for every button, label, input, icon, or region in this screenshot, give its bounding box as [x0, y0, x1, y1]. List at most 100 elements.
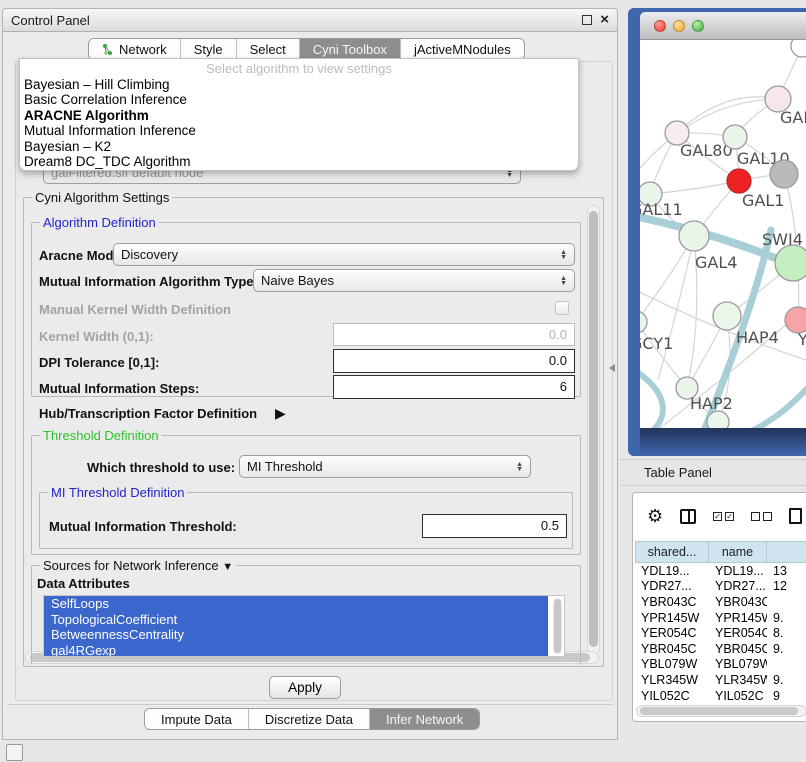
columns-icon[interactable] — [680, 509, 696, 524]
manual-kernel-width-checkbox[interactable] — [555, 301, 569, 315]
algorithm-option[interactable]: ARACNE Algorithm — [20, 108, 578, 123]
which-threshold-label: Which threshold to use: — [87, 460, 235, 475]
column-header-A[interactable]: A — [767, 541, 806, 563]
minimize-traffic-light-icon[interactable] — [673, 20, 685, 32]
collapse-arrow-icon[interactable]: ▼ — [222, 561, 233, 573]
network-node[interactable] — [707, 411, 729, 428]
panel-collapse-arrow[interactable] — [609, 364, 615, 372]
tab-impute-data[interactable]: Impute Data — [145, 709, 249, 729]
sources-title: Sources for Network Inference ▼ — [40, 558, 236, 573]
network-node[interactable] — [770, 160, 798, 188]
close-traffic-light-icon[interactable] — [654, 20, 666, 32]
tab-network[interactable]: Network — [89, 39, 181, 59]
node-label: GAL11 — [640, 200, 683, 219]
panel-divider — [7, 704, 613, 705]
table-row[interactable]: YPR145WYPR145W9. — [635, 610, 806, 626]
kernel-width-field[interactable]: 0.0 — [333, 323, 575, 346]
network-node[interactable] — [791, 40, 806, 57]
table-rows: YDL19...YDL19...13YDR27...YDR27...12YBR0… — [635, 563, 806, 703]
table-row[interactable]: YER054CYER054C8. — [635, 625, 806, 641]
attribute-item-selected[interactable]: TopologicalCoefficient — [44, 612, 548, 628]
float-window-icon[interactable] — [582, 15, 592, 25]
table-row[interactable]: YDR27...YDR27...12 — [635, 579, 806, 595]
tab-discretize-data[interactable]: Discretize Data — [249, 709, 370, 729]
dpi-tolerance-label: DPI Tolerance [0,1]: — [39, 355, 159, 370]
cyni-bottom-tabs: Impute DataDiscretize DataInfer Network — [144, 708, 480, 730]
table-row[interactable]: YLR345WYLR345W9. — [635, 672, 806, 688]
algorithm-definition-title: Algorithm Definition — [40, 215, 159, 230]
node-label: GCY1 — [640, 334, 673, 353]
network-node-hap4[interactable] — [713, 302, 741, 330]
column-header-name[interactable]: name — [709, 541, 767, 563]
close-icon[interactable]: × — [600, 15, 609, 25]
network-node-gcy1[interactable] — [640, 311, 647, 333]
manual-kernel-width-label: Manual Kernel Width Definition — [39, 302, 231, 317]
gear-icon[interactable]: ⚙ — [647, 506, 663, 527]
select-all-columns-icon[interactable]: ✓✓ — [713, 512, 734, 521]
column-header-shared...[interactable]: shared... — [635, 541, 709, 563]
algorithm-dropdown-list: Select algorithm to view settings Bayesi… — [19, 58, 579, 171]
node-label: GAL1 — [742, 191, 784, 210]
zoom-traffic-light-icon[interactable] — [692, 20, 704, 32]
table-row[interactable]: YBR045CYBR045C9. — [635, 641, 806, 657]
attribute-item-selected[interactable]: BetweennessCentrality — [44, 627, 548, 643]
table-row[interactable]: YBL079WYBL079W — [635, 657, 806, 673]
table-row[interactable]: YBR043CYBR043C — [635, 594, 806, 610]
table-toolbar: ⚙ ✓✓ — [633, 493, 806, 539]
docked-panel-icon[interactable] — [6, 744, 23, 761]
mi-steps-field[interactable]: 6 — [333, 375, 575, 399]
attribute-item-selected[interactable]: SelfLoops — [44, 596, 548, 612]
tab-jactivemnodules[interactable]: jActiveMNodules — [401, 39, 524, 59]
which-threshold-value: MI Threshold — [247, 459, 323, 474]
control-panel-titlebar: Control Panel × — [3, 9, 617, 32]
tab-cyni-toolbox[interactable]: Cyni Toolbox — [300, 39, 401, 59]
attribute-item-selected[interactable]: gal4RGexp — [44, 643, 548, 657]
network-canvas[interactable]: GALGAL80GAL10GAL1GAL11GAL4SWI4YGCY1HAP4H… — [640, 40, 806, 428]
combo-stepper-icon: ▲▼ — [554, 276, 567, 286]
expand-arrow-icon[interactable]: ▶ — [275, 405, 286, 422]
settings-vertical-scrollbar[interactable] — [587, 205, 600, 655]
tab-style[interactable]: Style — [181, 39, 237, 59]
network-window-titlebar[interactable] — [640, 12, 806, 40]
mi-algorithm-type-combobox[interactable]: Naive Bayes ▲▼ — [253, 269, 575, 292]
export-table-icon[interactable] — [789, 508, 802, 524]
network-node-gal4[interactable] — [679, 221, 709, 251]
node-label: SWI4 — [762, 230, 803, 249]
control-panel-title: Control Panel — [11, 13, 90, 28]
node-label: HAP4 — [736, 328, 779, 347]
network-graph: GALGAL80GAL10GAL1GAL11GAL4SWI4YGCY1HAP4H… — [640, 40, 806, 428]
algorithm-option[interactable]: Basic Correlation Inference — [20, 92, 578, 107]
data-attributes-list[interactable]: SelfLoopsTopologicalCoefficientBetweenne… — [43, 595, 565, 657]
table-row[interactable]: YDL19...YDL19...13 — [635, 563, 806, 579]
combo-stepper-icon: ▲▼ — [554, 250, 567, 260]
dpi-tolerance-field[interactable]: 0.0 — [333, 349, 575, 373]
control-panel-tabs: NetworkStyleSelectCyni ToolboxjActiveMNo… — [88, 38, 525, 60]
deselect-all-columns-icon[interactable] — [751, 512, 772, 521]
network-node-gal10[interactable] — [723, 125, 747, 149]
mi-threshold-label: Mutual Information Threshold: — [49, 519, 237, 534]
network-icon — [102, 43, 114, 56]
apply-button[interactable]: Apply — [269, 676, 341, 699]
table-horizontal-scrollbar[interactable] — [636, 705, 806, 717]
aracne-mode-combobox[interactable]: Discovery ▲▼ — [113, 243, 575, 266]
tab-select[interactable]: Select — [237, 39, 300, 59]
algorithm-option[interactable]: Mutual Information Inference — [20, 123, 578, 138]
aracne-mode-value: Discovery — [121, 247, 178, 262]
algorithm-option[interactable]: Bayesian – K2 — [20, 139, 578, 154]
node-table: ⚙ ✓✓ shared...nameA YDL19...YDL19...13YD… — [632, 492, 806, 722]
table-row[interactable]: YIL052CYIL052C9 — [635, 688, 806, 704]
mi-steps-label: Mutual Information Steps: — [39, 381, 199, 396]
algorithm-option[interactable]: Bayesian – Hill Climbing — [20, 77, 578, 92]
attributes-scrollbar[interactable] — [553, 598, 562, 654]
algorithm-option[interactable]: Dream8 DC_TDC Algorithm — [20, 154, 578, 169]
which-threshold-combobox[interactable]: MI Threshold ▲▼ — [239, 455, 531, 478]
network-node-swi4[interactable] — [775, 245, 806, 281]
network-node-gal1[interactable] — [727, 169, 751, 193]
tab-infer-network[interactable]: Infer Network — [370, 709, 479, 729]
screen: Control Panel × NetworkStyleSelectCyni T… — [0, 0, 806, 762]
network-window-bottom-frame — [640, 428, 806, 456]
node-label: GAL4 — [695, 253, 737, 272]
node-label: HAP2 — [690, 394, 733, 413]
node-label: Y — [797, 330, 806, 349]
mi-threshold-field[interactable]: 0.5 — [422, 514, 567, 538]
